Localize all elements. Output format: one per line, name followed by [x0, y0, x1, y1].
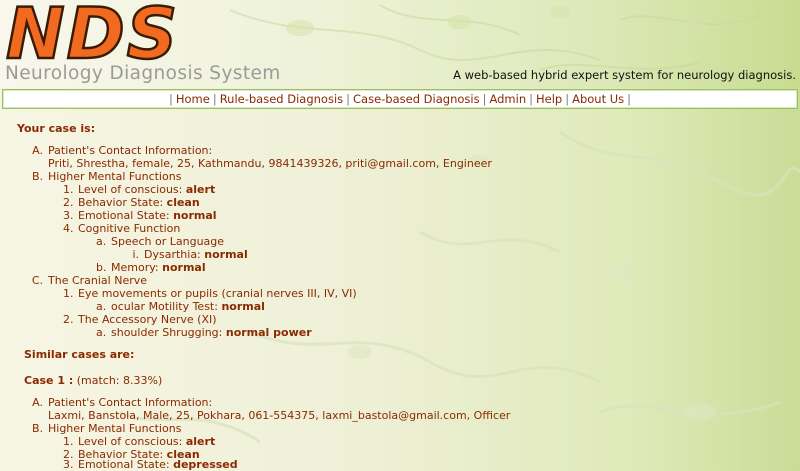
case-b4ai: i. Dysarthia: normal [132, 248, 248, 261]
nav-rule-based-diagnosis[interactable]: Rule-based Diagnosis [220, 92, 343, 106]
site-tagline: A web-based hybrid expert system for neu… [453, 68, 796, 82]
case-b2: 2. Behavior State: clean [63, 196, 200, 209]
case-b4b: b. Memory: normal [96, 261, 206, 274]
nav-case-based-diagnosis[interactable]: Case-based Diagnosis [353, 92, 480, 106]
nav-separator: | [168, 92, 173, 106]
case-contact-info: Priti, Shrestha, female, 25, Kathmandu, … [48, 157, 492, 170]
case-section-c: C. The Cranial Nerve [31, 274, 148, 287]
header-banner: NDS Neurology Diagnosis System A web-bas… [0, 0, 800, 88]
nav-separator: | [482, 92, 487, 106]
nav-separator: | [346, 92, 351, 106]
case-b3: 3. Emotional State: normal [63, 209, 217, 222]
similar-contact-info: Laxmi, Banstola, Male, 25, Pokhara, 061-… [48, 409, 511, 422]
main-content: Your case is: A. Patient's Contact Inform… [0, 112, 800, 471]
nav-help[interactable]: Help [536, 92, 562, 106]
case-c2a: a. shoulder Shrugging: normal power [96, 326, 312, 339]
case-c1: 1. Eye movements or pupils (cranial nerve… [63, 287, 357, 300]
similar-cases-heading: Similar cases are: [24, 348, 135, 361]
nav-admin[interactable]: Admin [489, 92, 526, 106]
case-b1: 1. Level of conscious: alert [63, 183, 216, 196]
similar-section-b: B. Higher Mental Functions [31, 422, 182, 435]
case-c1a: a. ocular Motility Test: normal [96, 300, 265, 313]
similar-b3: 3. Emotional State: depressed [63, 458, 238, 471]
case-b4: 4. Cognitive Function [63, 222, 181, 235]
nav-separator: | [565, 92, 570, 106]
nav-separator: | [627, 92, 632, 106]
case-b4a: a. Speech or Language [96, 235, 225, 248]
nav-separator: | [529, 92, 533, 106]
site-subtitle: Neurology Diagnosis System [5, 63, 281, 84]
case-section-a: A. Patient's Contact Information: [32, 144, 213, 157]
nav-home[interactable]: Home [176, 92, 210, 106]
similar-case-1-title: Case 1 : (match: 8.33%) [24, 374, 163, 387]
main-navbar: | Home | Rule-based Diagnosis | Case-based Di… [2, 89, 798, 109]
your-case-heading: Your case is: [17, 122, 96, 135]
case-c2: 2. The Accessory Nerve (XI) [63, 313, 217, 326]
nav-about-us[interactable]: About Us [572, 92, 624, 106]
nav-separator: | [212, 92, 217, 106]
similar-section-a: A. Patient's Contact Information: [32, 396, 213, 409]
similar-b1: 1. Level of conscious: alert [63, 435, 216, 448]
case-section-b: B. Higher Mental Functions [31, 170, 182, 183]
